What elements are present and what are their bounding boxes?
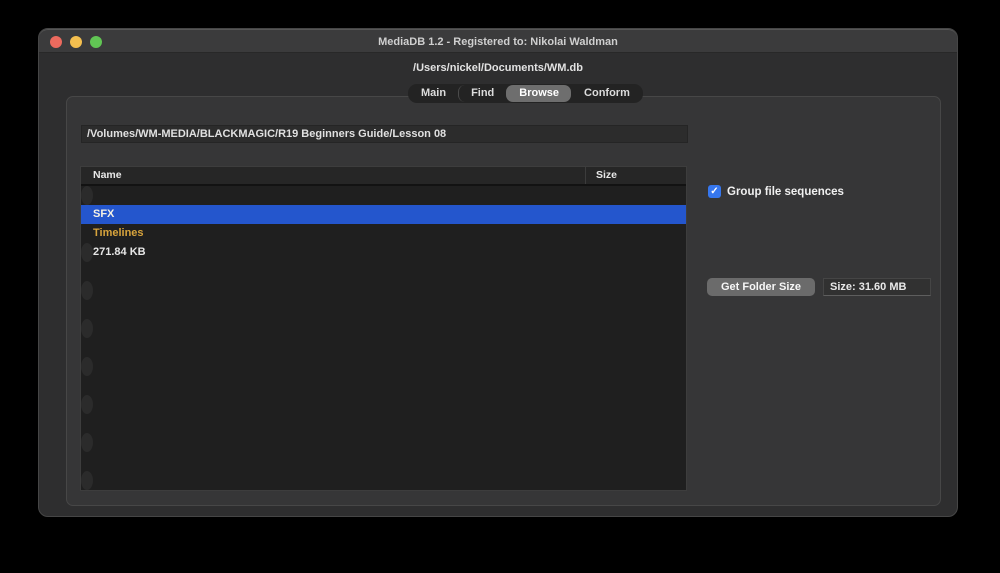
cell-name — [81, 433, 93, 452]
mediadb-window: MediaDB 1.2 - Registered to: Nikolai Wal… — [38, 28, 958, 517]
folder-size-field[interactable]: Size: 31.60 MB — [823, 278, 931, 296]
cell-size — [93, 395, 98, 414]
cell-size — [93, 357, 98, 376]
cell-size — [586, 414, 686, 433]
cell-size — [93, 186, 98, 205]
cell-name: OMO PROMO FAIRLIGHT.drp — [81, 243, 93, 262]
cell-name — [81, 376, 586, 395]
cell-name: Timelines — [81, 224, 586, 243]
table-row-empty — [81, 338, 686, 357]
cell-size: 271.84 KB — [93, 243, 151, 262]
table-row-empty — [81, 395, 93, 414]
group-sequences-control: ✓ Group file sequences — [708, 185, 844, 198]
tab-browse[interactable]: Browse — [506, 85, 571, 102]
cell-size — [586, 452, 686, 471]
cell-size — [93, 319, 98, 338]
cell-name — [81, 281, 93, 300]
table-row-empty — [81, 319, 93, 338]
cell-name — [81, 414, 586, 433]
table-row-empty — [81, 300, 686, 319]
group-sequences-checkbox[interactable]: ✓ — [708, 185, 721, 198]
cell-name — [81, 300, 586, 319]
table-row-empty — [81, 376, 686, 395]
table-row-empty — [81, 262, 686, 281]
table-row[interactable]: .. — [81, 186, 93, 205]
table-body: ..SFXTimelinesOMO PROMO FAIRLIGHT.drp271… — [81, 186, 686, 490]
table-row[interactable]: SFX — [81, 205, 686, 224]
table-row[interactable]: OMO PROMO FAIRLIGHT.drp271.84 KB — [81, 243, 93, 262]
cell-size — [93, 281, 98, 300]
column-header-name[interactable]: Name — [81, 167, 586, 184]
tab-find[interactable]: Find — [458, 85, 506, 102]
cell-name — [81, 338, 586, 357]
table-row[interactable]: Timelines — [81, 224, 686, 243]
tab-main[interactable]: Main — [409, 85, 458, 102]
title-bar[interactable]: MediaDB 1.2 - Registered to: Nikolai Wal… — [39, 29, 957, 53]
cell-size — [586, 262, 686, 281]
table-row-empty — [81, 357, 93, 376]
table-row-empty — [81, 471, 93, 490]
cell-name — [81, 262, 586, 281]
column-header-size[interactable]: Size — [586, 167, 686, 184]
cell-size — [586, 300, 686, 319]
cell-name — [81, 395, 93, 414]
cell-size — [586, 205, 686, 224]
cell-size — [586, 338, 686, 357]
database-path-label: /Users/nickel/Documents/WM.db — [39, 62, 957, 78]
group-sequences-label: Group file sequences — [727, 186, 844, 198]
cell-name — [81, 357, 93, 376]
cell-name — [81, 452, 586, 471]
cell-name — [81, 471, 93, 490]
table-row-empty — [81, 414, 686, 433]
cell-name — [81, 319, 93, 338]
current-folder-path-field[interactable]: /Volumes/WM-MEDIA/BLACKMAGIC/R19 Beginne… — [81, 125, 688, 143]
cell-name: SFX — [81, 205, 586, 224]
cell-size — [586, 224, 686, 243]
get-folder-size-button[interactable]: Get Folder Size — [707, 278, 815, 296]
cell-size — [586, 376, 686, 395]
table-header: Name Size — [81, 167, 686, 186]
file-table[interactable]: Name Size ..SFXTimelinesOMO PROMO FAIRLI… — [80, 166, 687, 491]
window-title: MediaDB 1.2 - Registered to: Nikolai Wal… — [39, 30, 957, 54]
tab-bar: MainFindBrowseConform — [408, 84, 643, 103]
browse-panel: /Volumes/WM-MEDIA/BLACKMAGIC/R19 Beginne… — [66, 96, 941, 506]
cell-size — [93, 433, 98, 452]
tab-conform[interactable]: Conform — [571, 85, 642, 102]
table-row-empty — [81, 433, 93, 452]
cell-name: .. — [81, 186, 93, 205]
table-row-empty — [81, 281, 93, 300]
table-row-empty — [81, 452, 686, 471]
cell-size — [93, 471, 98, 490]
